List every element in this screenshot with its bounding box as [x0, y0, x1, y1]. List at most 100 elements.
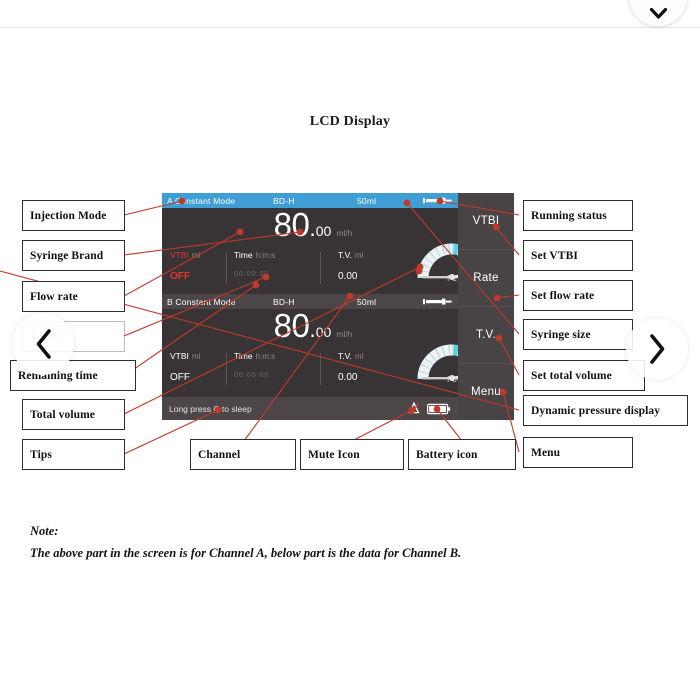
- note-heading: Note:: [30, 524, 59, 538]
- callout-set-total-volume: Set total volume: [523, 360, 645, 391]
- divider: [226, 252, 227, 284]
- divider: [320, 252, 321, 284]
- channel-a-gauge-graphic: P1: [416, 242, 458, 286]
- channel-b-injection-mode: B Constant Mode: [167, 296, 236, 307]
- callout-battery-icon: Battery icon: [408, 439, 516, 470]
- channel-b-gauge-graphic: P3: [416, 343, 458, 387]
- previous-page-button[interactable]: [12, 313, 74, 375]
- channel-a-time-unit: h:m:s: [255, 251, 276, 260]
- channel-a-vtbi-unit: ml: [191, 251, 201, 260]
- callout-syringe-brand: Syringe Brand: [22, 240, 125, 271]
- channel-b: B Constant Mode BD-H 50ml 80 . 00 ml/h V…: [162, 294, 458, 395]
- channel-a-running-status: [419, 196, 453, 205]
- callout-flow-rate: Flow rate: [22, 281, 125, 312]
- scroll-down-button[interactable]: [629, 0, 687, 26]
- channel-b-tv-unit: ml: [354, 352, 364, 361]
- callout-syringe-size: Syringe size: [523, 319, 633, 350]
- channel-b-rate-decimals: 00: [315, 324, 332, 340]
- channel-a-time-label: Time h:m:s: [234, 250, 320, 260]
- channel-b-time-value: 00:00:00: [234, 372, 270, 379]
- channel-b-vtbi-label-text: VTBI: [170, 351, 189, 361]
- divider: [226, 353, 227, 385]
- channel-b-pressure-gauge: P3: [412, 344, 458, 393]
- channel-a-time-value: 00:00:00: [234, 271, 270, 278]
- sidebar-button-vtbi[interactable]: VTBI: [458, 193, 514, 250]
- channel-a-time-label-text: Time: [234, 250, 253, 260]
- channel-b-tv-label: T.V. ml: [338, 351, 412, 361]
- lcd-display: A Constant Mode BD-H 50ml 80 . 00 ml/h V…: [162, 193, 514, 420]
- chevron-right-icon: [649, 334, 664, 364]
- next-page-button[interactable]: [626, 318, 688, 380]
- callout-set-vtbi: Set VTBI: [523, 240, 633, 271]
- status-bar: Long press C to sleep: [162, 397, 458, 420]
- channel-b-info-row: VTBIml OFF Timeh:m:s 00:00:00 T.V.ml: [162, 344, 458, 393]
- channel-b-syringe-brand: BD-H: [273, 296, 295, 307]
- callout-menu: Menu: [523, 437, 633, 468]
- callout-channel: Channel: [190, 439, 296, 470]
- callout-running-status: Running status: [523, 200, 633, 231]
- chevron-left-icon: [36, 329, 51, 359]
- tips-text: Long press C to sleep: [169, 403, 252, 414]
- callout-dynamic-pressure: Dynamic pressure display: [523, 395, 688, 426]
- callout-injection-mode: Injection Mode: [22, 200, 125, 231]
- channel-a-info-row: VTBIml OFF Timeh:m:s 00:00:00 T.V.ml: [162, 243, 458, 292]
- channel-a-time: Time h:m:s 00:00:00: [226, 250, 320, 292]
- battery-icon[interactable]: [427, 403, 451, 415]
- channel-a-syringe-brand: BD-H: [273, 195, 295, 206]
- channel-b-time: Time h:m:s 00:00:00: [226, 351, 320, 393]
- channel-a-rate-integer: 80: [273, 206, 310, 243]
- channel-b-time-unit: h:m:s: [255, 352, 276, 361]
- chevron-down-icon: [649, 8, 667, 19]
- callout-tips: Tips: [22, 439, 125, 470]
- mute-icon[interactable]: [408, 402, 420, 415]
- channel-a-vtbi-label: VTBI ml: [170, 250, 226, 260]
- channel-b-gauge-label: P3: [447, 375, 457, 384]
- channel-a-header: A Constant Mode BD-H 50ml: [162, 193, 458, 208]
- callout-total-volume: Total volume: [22, 399, 125, 430]
- note-block: Note: The above part in the screen is fo…: [30, 521, 650, 565]
- channel-b-vtbi-unit: ml: [191, 352, 201, 361]
- callout-mute-icon: Mute Icon: [300, 439, 404, 470]
- channel-a-vtbi: VTBI ml OFF: [170, 250, 226, 292]
- sidebar-button-tv[interactable]: T.V.: [458, 307, 514, 364]
- lcd-sidebar: VTBI Rate T.V. Menu: [458, 193, 514, 420]
- channel-a-gauge-label: P1: [447, 274, 457, 283]
- channel-a-tv-label: T.V. ml: [338, 250, 412, 260]
- divider: [320, 353, 321, 385]
- channel-a-rate-decimals: 00: [315, 223, 332, 239]
- channel-b-time-label-text: Time: [234, 351, 253, 361]
- channel-b-flow-rate: 80 . 00 ml/h: [162, 309, 458, 351]
- status-icon-group: [408, 402, 451, 415]
- channel-a-syringe-size: 50ml: [357, 195, 377, 206]
- syringe-icon: [423, 197, 452, 204]
- sidebar-button-menu[interactable]: Menu: [458, 364, 514, 420]
- channel-a-tv-unit: ml: [354, 251, 364, 260]
- channel-b-tv-value: 0.00: [338, 372, 358, 383]
- channel-b-syringe-size: 50ml: [357, 296, 377, 307]
- channel-b-running-status: [419, 297, 453, 306]
- channel-b-tv-label-text: T.V.: [338, 351, 352, 361]
- channel-b-time-label: Time h:m:s: [234, 351, 320, 361]
- channel-b-header: B Constant Mode BD-H 50ml: [162, 294, 458, 309]
- channel-a-tv-label-text: T.V.: [338, 250, 352, 260]
- syringe-icon: [423, 298, 452, 305]
- channel-b-total-volume: T.V. ml 0.00: [320, 351, 412, 393]
- channel-b-vtbi-label: VTBI ml: [170, 351, 226, 361]
- note-body: The above part in the screen is for Chan…: [30, 545, 462, 560]
- channel-b-rate-integer: 80: [273, 307, 310, 344]
- lcd-main-area: A Constant Mode BD-H 50ml 80 . 00 ml/h V…: [162, 193, 458, 420]
- channel-a-injection-mode: A Constant Mode: [167, 195, 236, 206]
- channel-a-total-volume: T.V. ml 0.00: [320, 250, 412, 292]
- channel-a: A Constant Mode BD-H 50ml 80 . 00 ml/h V…: [162, 193, 458, 294]
- header-divider: [0, 27, 700, 28]
- channel-b-rate-unit: ml/h: [336, 329, 353, 339]
- channel-b-vtbi: VTBI ml OFF: [170, 351, 226, 393]
- channel-a-vtbi-label-text: VTBI: [170, 250, 189, 260]
- callout-set-flow-rate: Set flow rate: [523, 280, 633, 311]
- page-title: LCD Display: [309, 114, 391, 129]
- channel-a-flow-rate: 80 . 00 ml/h: [162, 208, 458, 250]
- channel-a-tv-value: 0.00: [338, 271, 358, 282]
- sidebar-button-rate[interactable]: Rate: [458, 250, 514, 307]
- channel-b-vtbi-value: OFF: [170, 372, 190, 383]
- channel-a-vtbi-value: OFF: [170, 271, 190, 282]
